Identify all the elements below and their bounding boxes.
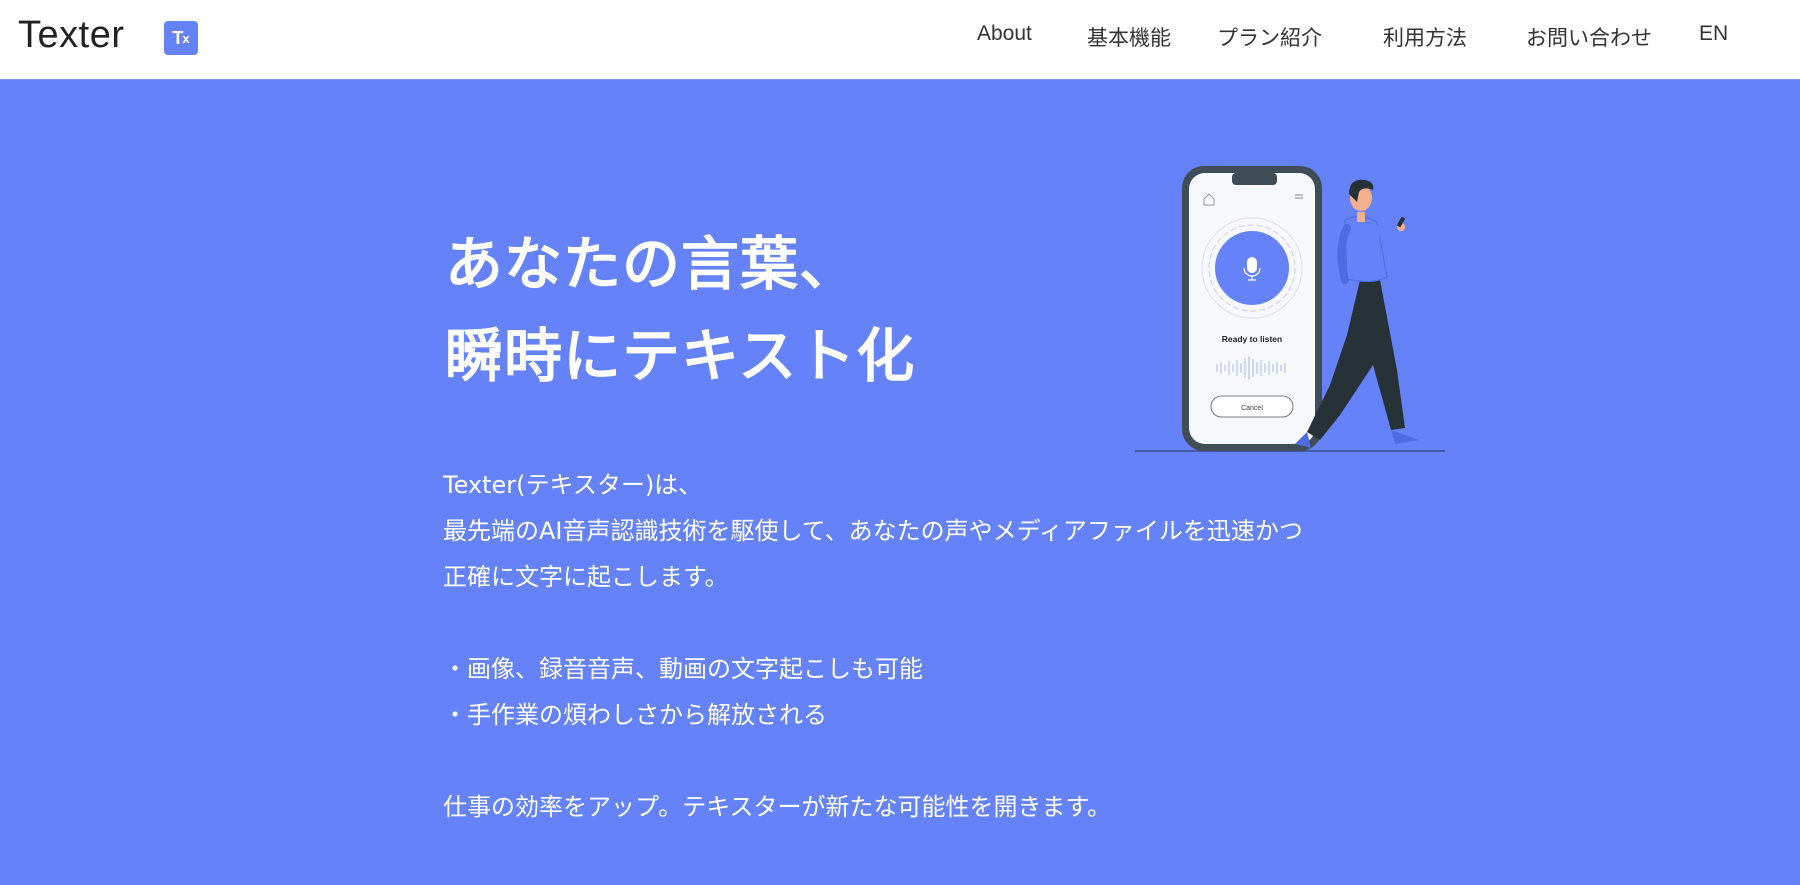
intro-line-1: Texter(テキスター)は、 [443, 471, 703, 499]
nav-language-en[interactable]: EN [1699, 22, 1728, 52]
logo-sub: x [182, 30, 190, 46]
hero-title: あなたの言葉、 瞬時にテキスト化 [445, 218, 915, 402]
feature-bullet-2: ・手作業の煩わしさから解放される [443, 701, 827, 729]
brand-name[interactable]: Texter [18, 14, 124, 57]
hero-illustration: Ready to listen Cancel [1135, 166, 1445, 452]
nav-features[interactable]: 基本機能 [1087, 22, 1171, 52]
intro-line-2: 最先端のAI音声認識技術を駆使して、あなたの声やメディアファイルを迅速かつ [443, 517, 1303, 545]
hero-title-line-2: 瞬時にテキスト化 [445, 322, 916, 390]
phone-notch [1232, 173, 1277, 185]
phone-status-text: Ready to listen [1222, 334, 1282, 344]
feature-bullet-1: ・画像、録音音声、動画の文字起こしも可能 [443, 655, 923, 683]
texter-logo-icon[interactable]: Tx [164, 21, 198, 55]
nav-usage[interactable]: 利用方法 [1383, 22, 1467, 52]
hero-title-line-1: あなたの言葉、 [445, 230, 859, 298]
phone-cancel-label: Cancel [1241, 405, 1263, 412]
site-header: Texter Tx About 基本機能 プラン紹介 利用方法 お問い合わせ E… [0, 0, 1800, 80]
nav-plans[interactable]: プラン紹介 [1217, 22, 1322, 52]
closing-text: 仕事の効率をアップ。テキスターが新たな可能性を開きます。 [443, 793, 1112, 821]
nav-contact[interactable]: お問い合わせ [1526, 22, 1652, 52]
intro-line-3: 正確に文字に起こします。 [443, 563, 729, 591]
nav-about[interactable]: About [977, 22, 1032, 52]
